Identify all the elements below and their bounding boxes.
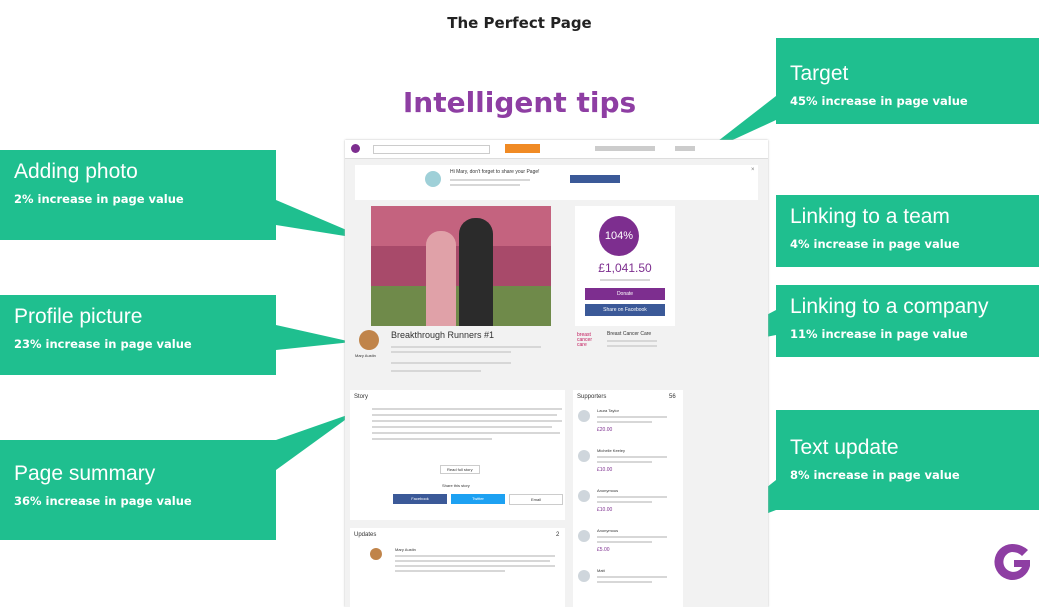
supporter-avatar <box>578 450 590 462</box>
share-facebook-button[interactable]: Facebook <box>393 494 447 504</box>
supporters-section: Supporters 56 Laura Taylor £20.00 Michelle… <box>573 390 683 607</box>
share-facebook-button[interactable] <box>570 175 620 183</box>
supporter-avatar <box>578 530 590 542</box>
callout-adding-photo: Adding photo 2% increase in page value <box>0 150 276 240</box>
charity-logo[interactable]: breast cancer care <box>577 333 599 348</box>
callout-label: Text update <box>790 436 899 459</box>
supporters-heading: Supporters <box>577 394 607 400</box>
supporter-amount: £5.00 <box>597 547 610 553</box>
fundraising-page-mockup: Hi Mary, don't forget to share your Page… <box>345 140 768 607</box>
site-logo-icon <box>351 144 360 153</box>
arrow-page-summary <box>276 412 356 470</box>
account-menu[interactable] <box>595 146 655 151</box>
supporter-row: Laura Taylor £20.00 <box>573 408 683 444</box>
callout-label: Linking to a company <box>790 295 989 318</box>
page-title: Breakthrough Runners #1 <box>391 330 495 340</box>
callout-stat: 23% increase in page value <box>14 337 192 351</box>
update-author: Mary Austin <box>395 547 416 552</box>
supporter-amount: £10.00 <box>597 467 613 473</box>
supporter-row: Anonymous £5.00 <box>573 528 683 564</box>
supporter-name: Laura Taylor <box>597 408 619 413</box>
supporter-row: Anonymous £10.00 <box>573 488 683 524</box>
hero-photo <box>371 206 551 326</box>
callout-profile-picture: Profile picture 23% increase in page val… <box>0 295 276 375</box>
notice-text: Hi Mary, don't forget to share your Page… <box>450 169 540 175</box>
supporter-name: Anonymous <box>597 528 619 533</box>
updates-heading: Updates <box>354 532 377 538</box>
share-email-button[interactable]: Email <box>509 494 563 505</box>
search-input[interactable] <box>373 145 490 154</box>
callout-stat: 2% increase in page value <box>14 192 184 206</box>
callout-stat: 11% increase in page value <box>790 327 968 341</box>
person-figure <box>459 218 493 326</box>
owner-name: Mary Austin <box>355 353 376 358</box>
supporters-count: 56 <box>669 394 676 400</box>
updates-count: 2 <box>556 532 560 538</box>
updates-section: Updates 2 Mary Austin <box>350 528 565 607</box>
profile-avatar <box>359 330 379 350</box>
callout-stat: 36% increase in page value <box>14 494 192 508</box>
callout-linking-company: Linking to a company 11% increase in pag… <box>776 285 1039 357</box>
supporter-avatar <box>578 490 590 502</box>
target-card: 104% £1,041.50 Donate Share on Facebook <box>575 206 675 326</box>
target-percent-circle: 104% <box>599 216 639 256</box>
share-twitter-button[interactable]: Twitter <box>451 494 505 504</box>
supporter-row: Michelle Keeley £10.00 <box>573 448 683 484</box>
close-icon[interactable]: × <box>751 167 755 173</box>
read-full-story-button[interactable]: Read full story <box>440 465 480 474</box>
callout-label: Page summary <box>14 462 156 485</box>
supporter-avatar <box>578 570 590 582</box>
callout-page-summary: Page summary 36% increase in page value <box>0 440 276 540</box>
callout-stat: 45% increase in page value <box>790 94 968 108</box>
callout-stat: 4% increase in page value <box>790 237 960 251</box>
site-header <box>345 140 768 159</box>
update-avatar <box>370 548 382 560</box>
callout-label: Adding photo <box>14 160 138 183</box>
callout-label: Target <box>790 62 849 85</box>
charity-name[interactable]: Breast Cancer Care <box>607 331 651 337</box>
supporter-row: Matt <box>573 568 683 604</box>
callout-text-update: Text update 8% increase in page value <box>776 410 1039 510</box>
supporter-name: Michelle Keeley <box>597 448 626 453</box>
supporter-name: Anonymous <box>597 488 619 493</box>
arrow-profile-picture <box>276 325 352 350</box>
story-section: Story Read full story Share this story F… <box>350 390 565 520</box>
start-page-button[interactable] <box>505 144 540 153</box>
amount-raised: £1,041.50 <box>598 261 652 275</box>
callout-label: Profile picture <box>14 305 143 328</box>
notice-avatar <box>425 171 441 187</box>
callout-target: Target 45% increase in page value <box>776 38 1039 124</box>
supporter-amount: £20.00 <box>597 427 613 433</box>
person-figure <box>426 231 456 326</box>
supporter-amount: £10.00 <box>597 507 613 513</box>
justgiving-logo-icon <box>994 544 1030 580</box>
supporter-avatar <box>578 410 590 422</box>
callout-stat: 8% increase in page value <box>790 468 960 482</box>
callout-linking-team: Linking to a team 4% increase in page va… <box>776 195 1039 267</box>
share-story-label: Share this story <box>442 483 470 488</box>
share-notice-banner: Hi Mary, don't forget to share your Page… <box>355 165 758 200</box>
story-heading: Story <box>354 394 369 400</box>
menu-toggle[interactable] <box>675 146 695 151</box>
callout-label: Linking to a team <box>790 205 950 228</box>
donate-button[interactable]: Donate <box>585 288 665 300</box>
share-facebook-button[interactable]: Share on Facebook <box>585 304 665 316</box>
supporter-name: Matt <box>597 568 605 573</box>
